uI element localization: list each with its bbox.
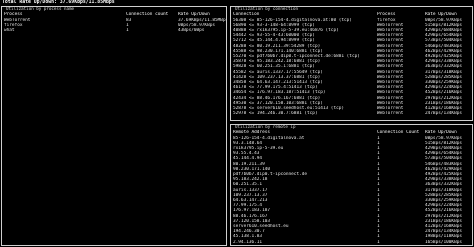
cell-connection: 52978 <= 194.246.30.7:6881 (tcp) (233, 111, 318, 117)
header-rate: Rate Up/Down (178, 12, 210, 17)
header-connection-count: Connection Count (377, 130, 420, 135)
cell-rate: 247Bps/134KBps (425, 111, 463, 117)
connection-panel: Utilization by connection Connection Pro… (230, 6, 473, 121)
cell-rate: 43Bps/0Bps (178, 27, 205, 33)
connection-panel-title: Utilization by connection (234, 6, 300, 11)
header-process: Process (4, 12, 23, 17)
table-row: what 1 43Bps/0Bps (2, 28, 226, 33)
cell-connection-count: 1 (126, 27, 129, 33)
remote-ip-panel-title: Utilization by remote ip (234, 124, 297, 129)
header-rate: Rate Up/Down (425, 12, 457, 17)
process-table-header: Process Connection count Rate Up/Down (2, 12, 226, 17)
cell-remote-address: 2.94.136.11 (233, 239, 263, 245)
header-connection-count: Connection count (126, 12, 169, 17)
header-rate: Rate Up/Down (425, 130, 457, 135)
connection-table-header: Connection Process Rate Up/Down (231, 12, 472, 17)
cell-rate: 165Bps/100KBps (425, 239, 463, 245)
cell-process: WebTorrent (377, 111, 404, 117)
cell-connection-count: 1 (377, 239, 380, 245)
process-panel: Utilization by process name Process Conn… (1, 6, 227, 246)
header-remote-address: Remote Address (233, 130, 271, 135)
process-panel-title: Utilization by process name (5, 6, 76, 11)
table-row: 2.94.136.11 1 165Bps/100KBps (231, 240, 472, 245)
table-row: 52978 <= 194.246.30.7:6881 (tcp) WebTorre… (231, 111, 472, 116)
header-connection: Connection (233, 12, 260, 17)
cell-process: what (4, 27, 15, 33)
header-process: Process (377, 12, 396, 17)
remote-ip-panel: Utilization by remote ip Remote Address … (230, 124, 473, 246)
remote-table-header: Remote Address Connection Count Rate Up/… (231, 130, 472, 135)
